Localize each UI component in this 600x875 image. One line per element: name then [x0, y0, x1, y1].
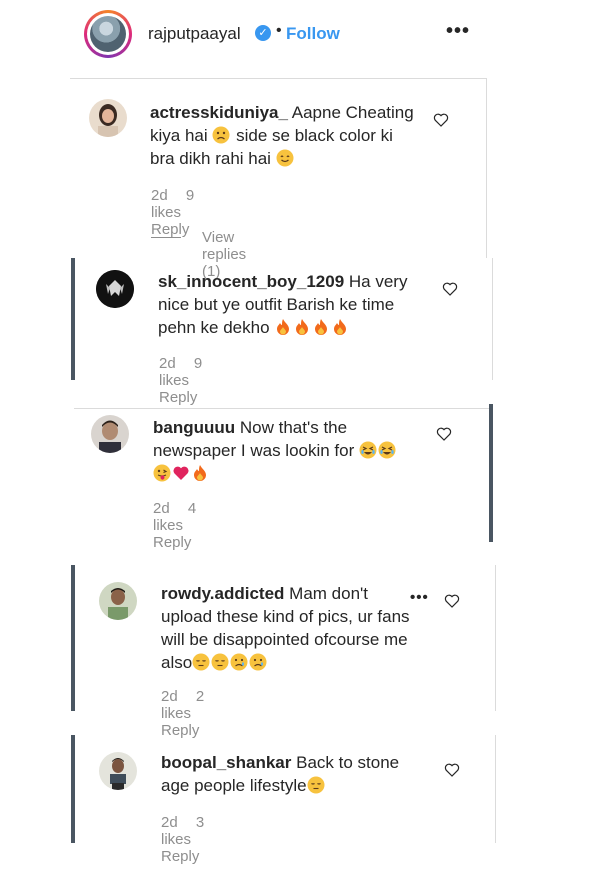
comment-meta: 2d 2 likes Reply: [161, 688, 213, 739]
comment-username[interactable]: sk_innocent_boy_1209: [158, 272, 344, 291]
comment-text: banguuuu Now that's the newspaper I was …: [153, 416, 433, 485]
divider: [486, 78, 487, 258]
comment-time: 2d: [161, 688, 178, 705]
tongue-out-emoji-icon: [153, 464, 171, 482]
comment-username[interactable]: actresskiduniya_: [150, 103, 288, 122]
post-username[interactable]: rajputpaayal: [148, 24, 241, 44]
comment-username[interactable]: boopal_shankar: [161, 753, 291, 772]
verified-badge-icon: ✓: [255, 25, 271, 41]
fire-emoji-icon: [277, 319, 290, 335]
profile-avatar[interactable]: [84, 10, 132, 58]
comment-text: sk_innocent_boy_1209 Ha very nice but ye…: [158, 272, 408, 337]
comment-text: actresskiduniya_ Aapne Cheating kiya hai…: [150, 103, 414, 168]
reply-button[interactable]: Reply: [161, 848, 199, 865]
red-heart-emoji-icon: [173, 466, 189, 480]
separator-dot: •: [276, 22, 282, 39]
comment-username[interactable]: rowdy.addicted: [161, 584, 284, 603]
post-header: rajputpaayal ✓ • Follow •••: [70, 0, 490, 72]
pensive-emoji-icon: [307, 776, 325, 794]
divider: [495, 735, 496, 843]
divider: [492, 258, 493, 380]
replies-line: [151, 237, 181, 238]
highlight-bar: [71, 258, 75, 380]
comment-more-options-icon[interactable]: •••: [410, 589, 429, 606]
highlight-bar: [71, 735, 75, 843]
like-heart-icon[interactable]: [433, 112, 449, 128]
comment-text: boopal_shankar Back to stone age people …: [161, 753, 400, 795]
divider: [70, 78, 487, 79]
avatar[interactable]: [89, 99, 127, 137]
avatar[interactable]: [91, 415, 129, 453]
fire-emoji-icon: [194, 465, 206, 481]
fire-emoji-icon: [334, 319, 347, 335]
comment-time: 2d: [159, 355, 176, 372]
follow-button[interactable]: Follow: [286, 24, 340, 44]
scrollbar[interactable]: [489, 404, 493, 542]
laughing-emoji-icon: [359, 441, 377, 459]
divider: [74, 408, 492, 409]
like-heart-icon[interactable]: [442, 281, 458, 297]
highlight-bar: [71, 565, 75, 711]
crying-emoji-icon: [230, 653, 248, 671]
crying-emoji-icon: [249, 653, 267, 671]
avatar[interactable]: [99, 582, 137, 620]
divider: [495, 565, 496, 711]
comment-meta: 2d 9 likes Reply: [151, 187, 203, 238]
comment-time: 2d: [153, 500, 170, 517]
like-heart-icon[interactable]: [436, 426, 452, 442]
comment-time: 2d: [161, 814, 178, 831]
avatar[interactable]: [99, 752, 137, 790]
fire-emoji-icon: [315, 319, 328, 335]
avatar[interactable]: [96, 270, 134, 308]
like-heart-icon[interactable]: [444, 762, 460, 778]
comment-meta: 2d 4 likes Reply: [153, 500, 205, 551]
smile-face-emoji-icon: [276, 149, 294, 167]
reply-button[interactable]: Reply: [153, 534, 191, 551]
more-options-icon[interactable]: •••: [446, 20, 470, 43]
reply-button[interactable]: Reply: [151, 221, 189, 238]
like-heart-icon[interactable]: [444, 593, 460, 609]
sad-face-emoji-icon: [212, 126, 230, 144]
comment-time: 2d: [151, 187, 168, 204]
laughing-emoji-icon: [378, 441, 396, 459]
reply-button[interactable]: Reply: [159, 389, 197, 406]
pensive-emoji-icon: [192, 653, 210, 671]
comment-meta: 2d 9 likes Reply: [159, 355, 211, 406]
comment-text: rowdy.addicted Mam don't upload these ki…: [161, 584, 410, 672]
comment-username[interactable]: banguuuu: [153, 418, 235, 437]
pensive-emoji-icon: [211, 653, 229, 671]
fire-emoji-icon: [296, 319, 309, 335]
comment-meta: 2d 3 likes Reply: [161, 814, 213, 865]
reply-button[interactable]: Reply: [161, 722, 199, 739]
